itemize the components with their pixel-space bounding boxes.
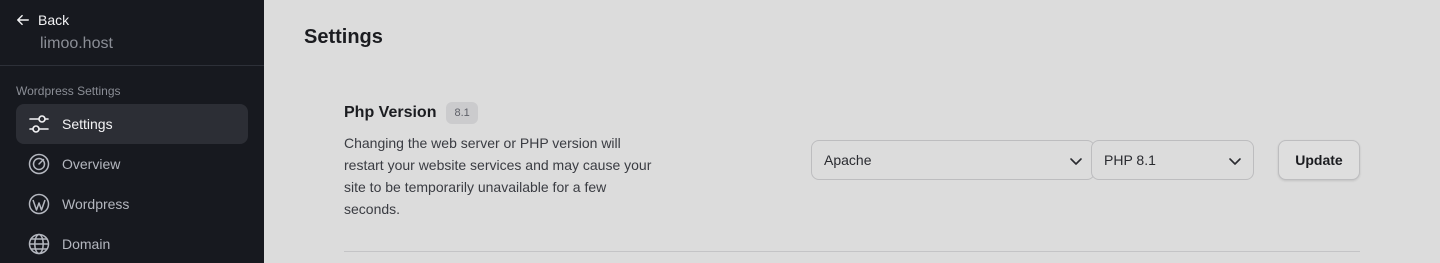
web-server-select[interactable]: Apache bbox=[811, 140, 1095, 180]
site-name: limoo.host bbox=[40, 35, 113, 52]
php-version-badge: 8.1 bbox=[446, 102, 478, 124]
php-version-title: Php Version bbox=[344, 104, 437, 121]
sliders-icon bbox=[29, 115, 49, 133]
sidebar-item-settings[interactable]: Settings bbox=[16, 104, 248, 144]
web-server-select-value: Apache bbox=[824, 152, 872, 168]
globe-icon bbox=[28, 233, 50, 255]
sidebar-item-label: Overview bbox=[62, 156, 121, 172]
sidebar-item-label: Wordpress bbox=[62, 196, 130, 212]
sidebar-item-label: Settings bbox=[62, 116, 113, 132]
wordpress-icon bbox=[28, 193, 50, 215]
back-label: Back bbox=[38, 12, 70, 28]
arrow-left-icon bbox=[17, 14, 29, 26]
sidebar-item-domain[interactable]: Domain bbox=[16, 224, 248, 263]
sidebar-item-wordpress[interactable]: Wordpress bbox=[16, 184, 248, 224]
php-version-select-value: PHP 8.1 bbox=[1104, 152, 1156, 168]
sidebar-item-label: Domain bbox=[62, 236, 111, 252]
sidebar-nav: Settings Overview Wordpress Domain bbox=[16, 104, 248, 263]
sidebar-divider bbox=[0, 65, 264, 66]
gauge-icon bbox=[28, 153, 50, 175]
chevron-down-icon bbox=[1229, 158, 1241, 165]
php-version-description: Changing the web server or PHP version w… bbox=[344, 135, 652, 217]
section-divider bbox=[344, 251, 1360, 252]
back-button[interactable]: Back bbox=[16, 12, 69, 28]
update-button[interactable]: Update bbox=[1278, 140, 1360, 180]
php-version-select[interactable]: PHP 8.1 bbox=[1091, 140, 1254, 180]
php-version-header: Php Version 8.1 bbox=[344, 102, 478, 124]
page-title: Settings bbox=[304, 26, 383, 48]
sidebar-section-title: Wordpress Settings bbox=[16, 84, 121, 98]
chevron-down-icon bbox=[1070, 158, 1082, 165]
sidebar-item-overview[interactable]: Overview bbox=[16, 144, 248, 184]
sidebar: Back limoo.host Wordpress Settings Setti… bbox=[0, 0, 264, 263]
main-content: Settings Php Version 8.1 Changing the we… bbox=[264, 0, 1440, 263]
